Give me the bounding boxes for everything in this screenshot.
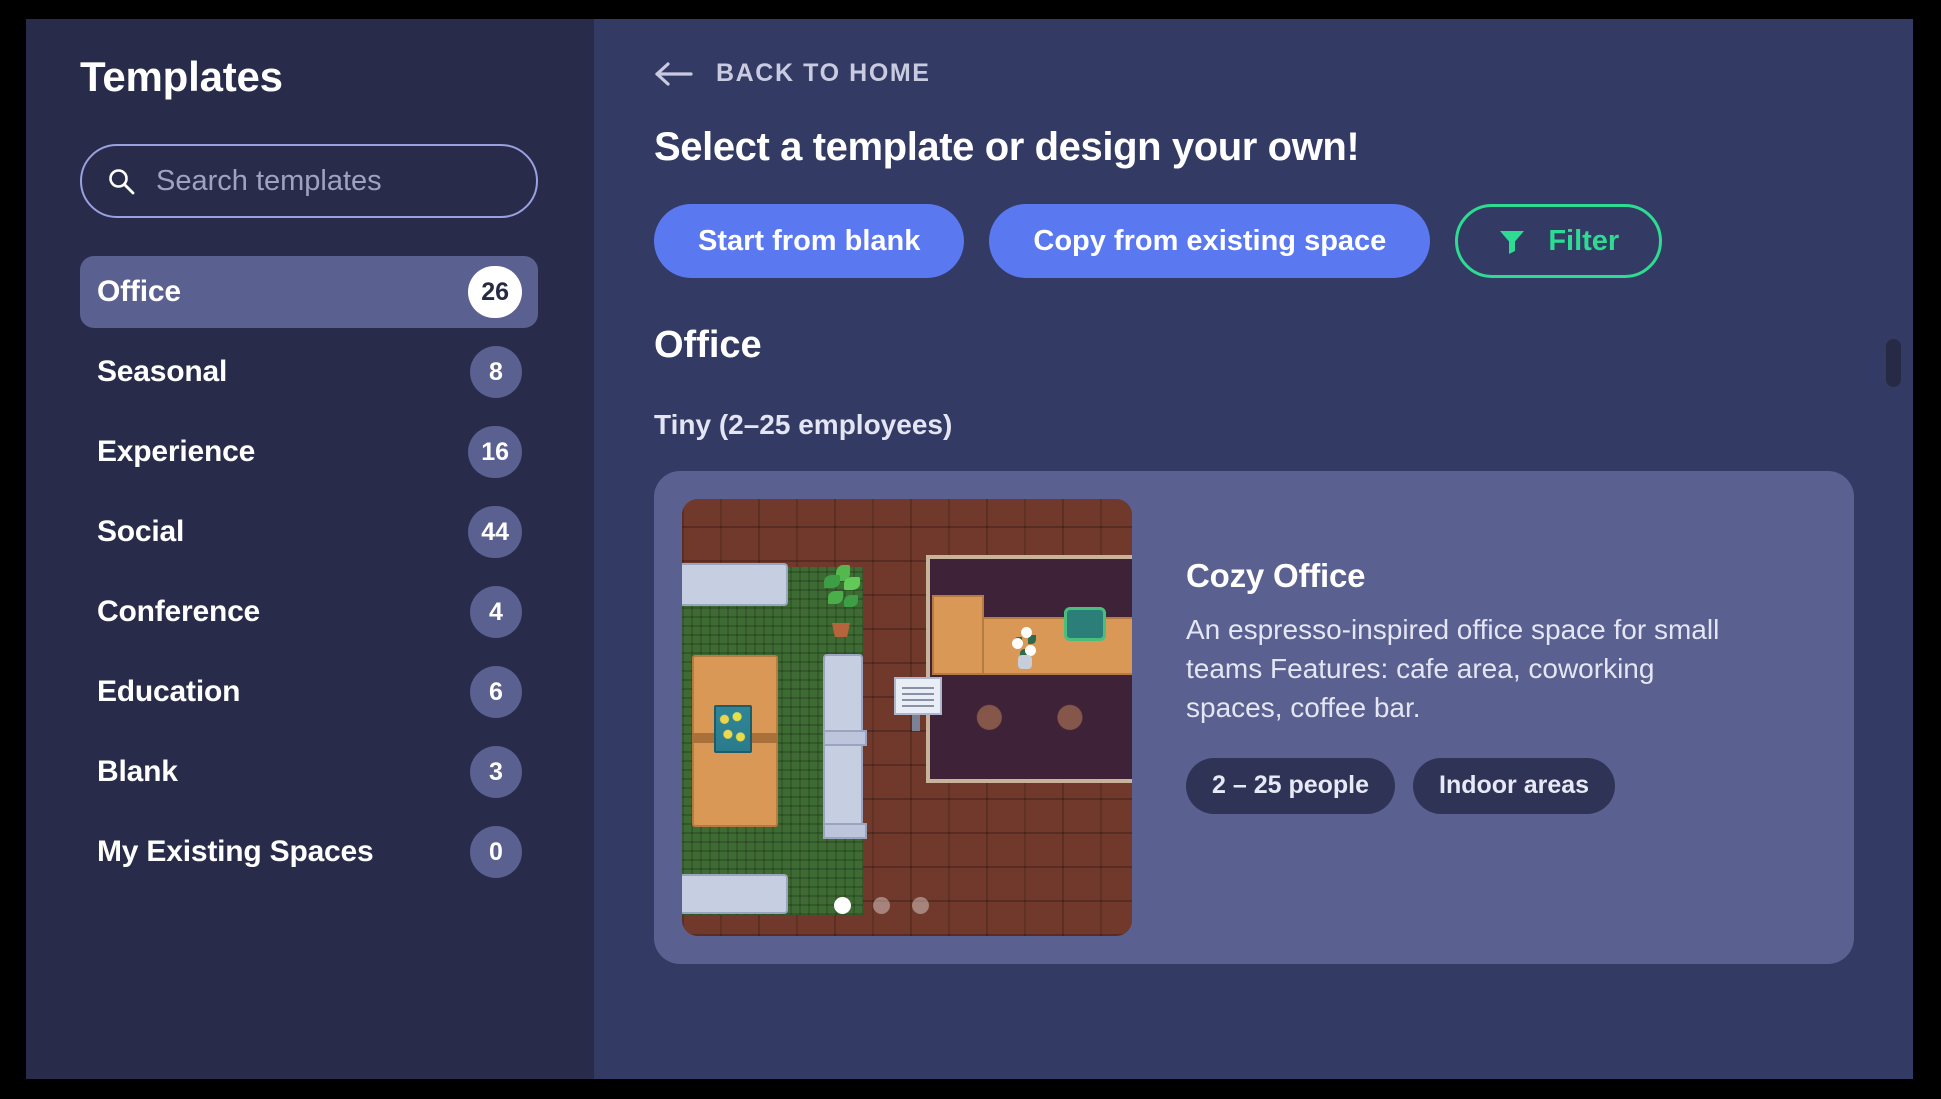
sidebar-item-seasonal[interactable]: Seasonal 8 [80,336,538,408]
filter-button[interactable]: Filter [1455,204,1663,278]
sidebar-item-my-existing-spaces[interactable]: My Existing Spaces 0 [80,816,538,888]
start-from-blank-button[interactable]: Start from blank [654,204,965,278]
flower-vase-icon [1012,627,1038,669]
sidebar-item-social[interactable]: Social 44 [80,496,538,568]
template-card[interactable]: Cozy Office An espresso-inspired office … [654,471,1854,964]
template-tag-area: Indoor areas [1413,757,1616,814]
sidebar-item-count: 8 [470,346,522,398]
back-to-home-label: BACK TO HOME [716,59,931,87]
search-icon [106,166,136,196]
template-card-body: Cozy Office An espresso-inspired office … [1186,499,1826,936]
sidebar-item-label: Social [97,515,185,548]
carousel-dot-2[interactable] [873,897,890,914]
template-description: An espresso-inspired office space for sm… [1186,614,1720,723]
flower-box-icon [714,705,752,753]
sidebar-item-office[interactable]: Office 26 [80,256,538,328]
scrollbar-track[interactable] [1885,19,1903,1079]
sidebar-item-label: Blank [97,755,178,788]
category-list: Office 26 Seasonal 8 Experience 16 Socia… [26,256,594,888]
sofa-icon [682,563,788,606]
search-box[interactable] [80,144,538,218]
main-content: BACK TO HOME Select a template or design… [594,19,1913,1079]
potted-plant-icon [822,565,862,637]
sidebar: Templates Office 26 Seasonal 8 Experienc… [26,19,594,1079]
sofa-icon [823,654,867,839]
chair-icon [1064,607,1106,641]
carousel-dot-3[interactable] [912,897,929,914]
template-tag-row: 2 – 25 people Indoor areas [1186,757,1826,814]
sidebar-item-count: 6 [470,666,522,718]
copy-from-existing-space-button[interactable]: Copy from existing space [989,204,1431,278]
sidebar-title: Templates [80,53,283,100]
subsection-heading: Tiny (2–25 employees) [654,409,953,440]
carousel-dot-1[interactable] [834,897,851,914]
sidebar-item-label: Experience [97,435,256,468]
sidebar-item-count: 16 [468,426,522,478]
sidebar-item-count: 3 [470,746,522,798]
carousel-dots [834,897,929,914]
back-to-home-button[interactable]: BACK TO HOME [654,59,931,88]
sidebar-item-label: Seasonal [97,355,228,388]
filter-label: Filter [1548,224,1620,257]
sidebar-item-education[interactable]: Education 6 [80,656,538,728]
sidebar-item-blank[interactable]: Blank 3 [80,736,538,808]
page-title: Select a template or design your own! [654,125,1360,169]
sidebar-item-experience[interactable]: Experience 16 [80,416,538,488]
desk-wing-icon [932,595,984,675]
sidebar-item-label: Conference [97,595,261,628]
sidebar-item-count: 26 [468,266,522,318]
app-window: Templates Office 26 Seasonal 8 Experienc… [26,19,1913,1079]
arrow-left-icon [654,61,694,87]
funnel-icon [1498,227,1526,255]
template-thumbnail[interactable] [682,499,1132,936]
sidebar-item-label: My Existing Spaces [97,835,374,868]
sidebar-item-count: 4 [470,586,522,638]
template-title: Cozy Office [1186,557,1366,594]
section-heading: Office [654,324,762,366]
search-input[interactable] [156,164,533,198]
sidebar-item-label: Education [97,675,241,708]
action-button-row: Start from blank Copy from existing spac… [654,204,1913,278]
scrollbar-thumb[interactable] [1886,339,1901,387]
template-tag-capacity: 2 – 25 people [1186,757,1396,814]
sidebar-item-label: Office [97,275,181,308]
sidebar-item-count: 44 [468,506,522,558]
sidebar-item-conference[interactable]: Conference 4 [80,576,538,648]
monitor-icon [894,677,942,731]
sidebar-item-count: 0 [470,826,522,878]
sofa-icon [682,874,788,914]
